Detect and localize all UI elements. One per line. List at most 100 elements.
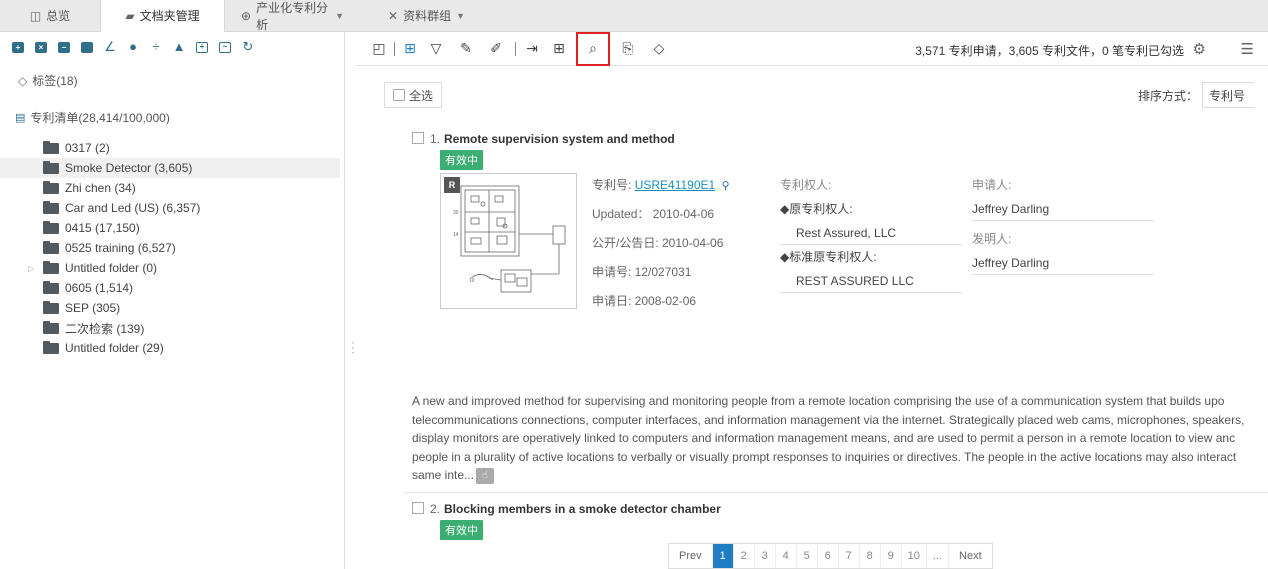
folder-item[interactable]: 0605 (1,514) (0, 278, 340, 298)
tags-item[interactable]: ◇ 标签(18) (18, 72, 78, 89)
chevron-down-icon: ▼ (335, 10, 344, 21)
updated-date: Updated： 2010-04-06 (592, 207, 715, 221)
divide-icon: ÷ (152, 39, 160, 54)
folder-item[interactable]: 二次检索 (139) (0, 318, 340, 338)
folder-item[interactable]: Smoke Detector (3,605) (0, 158, 340, 178)
list-view-icon[interactable]: ☰ (1241, 40, 1254, 58)
checkbox[interactable] (393, 89, 405, 101)
sort-control: 排序方式： 专利号 (1138, 82, 1254, 108)
folder-icon (43, 160, 59, 174)
palette-icon: ● (129, 39, 137, 54)
folder-label: Untitled folder (0) (65, 261, 158, 275)
tab-overview[interactable]: ◫ 总览 (0, 0, 100, 32)
upload-button[interactable]: ▲ (172, 40, 186, 54)
folder-icon (43, 340, 59, 354)
page-button[interactable]: 10 (902, 544, 927, 568)
results-toolbar: ◰ ⊞ ▽ ✎ ✐ ⇥ ⊞ ⌕ ⎘ ◇ 3,571 专利申请，3,605 专利文… (356, 31, 1268, 66)
result-checkbox[interactable] (412, 132, 424, 144)
merge-button[interactable]: ~ (218, 40, 232, 54)
export-doc-icon: ⎘ (622, 40, 634, 56)
abstract-line: same inte... (412, 468, 475, 482)
location-pin-icon[interactable]: ⚲ (722, 180, 730, 192)
split-button[interactable]: ÷ (149, 40, 163, 54)
folder-info-button[interactable]: ◰ (368, 32, 390, 66)
patent-number-link[interactable]: USRE41190E1 (635, 178, 716, 192)
sort-label: 排序方式： (1137, 88, 1198, 103)
document-search-button[interactable]: ⌕ (576, 31, 610, 66)
add-button[interactable]: ⊞ (544, 32, 574, 66)
folder-item[interactable]: Car and Led (US) (6,357) (0, 198, 340, 218)
sort-select[interactable]: 专利号 (1202, 82, 1254, 108)
folder-item[interactable]: 0317 (2) (0, 138, 340, 158)
document-icon: ▤ (15, 112, 26, 124)
edit-button[interactable]: ∠ (103, 40, 117, 54)
patent-number-row: 专利号: USRE41190E1 ⚲ (592, 173, 730, 202)
copy-button[interactable]: + (195, 40, 209, 54)
folder-icon (43, 240, 59, 254)
filter-button[interactable]: ▽ (421, 32, 451, 66)
patent-drawing-thumbnail[interactable]: R 30 14 10 (440, 173, 577, 309)
folder-button[interactable] (80, 40, 94, 54)
top-tab-bar: ◫ 总览 ▰ 文档夹管理 ⊕ 产业化专利分析 ▼ ✕ 资料群组 ▼ (0, 0, 1268, 32)
move-to-button[interactable]: ⇥ (520, 32, 544, 66)
tag-button[interactable]: ◇ (646, 32, 672, 66)
chevron-right-icon[interactable]: ▷ (28, 264, 34, 273)
refresh-icon: ↻ (242, 39, 254, 54)
refresh-button[interactable]: ↻ (241, 40, 255, 54)
expand-abstract-button[interactable]: ☝ (476, 467, 495, 484)
tree-view-button[interactable]: ⊞ (399, 32, 421, 66)
patent-list-item[interactable]: ▤ 专利清单(28,414/100,000) (15, 109, 170, 126)
page-button[interactable]: 2 (734, 544, 755, 568)
application-number: 申请号: 12/027031 (592, 265, 692, 279)
result-title[interactable]: Blocking members in a smoke detector cha… (444, 502, 721, 516)
filter-icon: ▽ (430, 40, 442, 56)
folder-item[interactable]: ▷ Untitled folder (0) (0, 258, 340, 278)
next-page-button[interactable]: Next (949, 544, 992, 568)
folder-item[interactable]: Untitled folder (29) (0, 338, 340, 358)
page-button[interactable]: 8 (860, 544, 881, 568)
page-button[interactable]: 1 (712, 544, 734, 568)
result-title[interactable]: Remote supervision system and method (444, 132, 675, 146)
gear-icon[interactable]: ⚙ (1193, 40, 1206, 58)
page-button[interactable]: 9 (881, 544, 902, 568)
tab-data-group[interactable]: ✕ 资料群组 ▼ (372, 0, 481, 32)
page-button[interactable]: 7 (839, 544, 860, 568)
pencil-icon: ∠ (104, 39, 116, 54)
application-date: 申请日: 2008-02-06 (592, 294, 697, 308)
delete-folder-button[interactable]: × (34, 40, 48, 54)
original-assignee: Rest Assured, LLC (780, 221, 962, 245)
highlight-button[interactable]: ✐ (481, 32, 511, 66)
select-all-checkbox[interactable]: 全选 (384, 82, 443, 108)
add-folder-button[interactable]: + (11, 40, 25, 54)
abstract-line: display monitors are operatively linked … (412, 431, 1236, 445)
folder-item[interactable]: SEP (305) (0, 298, 340, 318)
left-panel: + × − ∠ ● ÷ ▲ + ~ ↻ ◇ 标签(18) ▤ 专利清单(28,4… (0, 32, 345, 569)
remove-folder-button[interactable]: − (57, 40, 71, 54)
edit-note-button[interactable]: ✎ (451, 32, 481, 66)
page-button[interactable]: 3 (755, 544, 776, 568)
folder-item[interactable]: 0525 training (6,527) (0, 238, 340, 258)
remove-folder-icon: − (58, 41, 70, 53)
page-button[interactable]: 6 (818, 544, 839, 568)
export-button[interactable]: ⎘ (610, 32, 646, 66)
folder-item[interactable]: Zhi chen (34) (0, 178, 340, 198)
prev-page-button[interactable]: Prev (669, 544, 713, 568)
tab-patent-analysis[interactable]: ⊕ 产业化专利分析 ▼ (225, 0, 360, 32)
assignee-label: 专利权人: (780, 178, 832, 192)
tab-folder-management[interactable]: ▰ 文档夹管理 (100, 0, 225, 32)
page-button[interactable]: 4 (776, 544, 797, 568)
folder-label: 二次检索 (139) (65, 321, 145, 336)
folder-label: 0525 training (6,527) (65, 241, 176, 255)
original-assignee-label: ◆原专利权人: (780, 202, 853, 216)
color-button[interactable]: ● (126, 40, 140, 54)
folder-item[interactable]: 0415 (17,150) (0, 218, 340, 238)
plus-box-icon: ⊞ (553, 40, 565, 56)
result-number: 2. (430, 502, 441, 516)
panel-splitter-handle[interactable]: · · · (351, 336, 355, 358)
tag-icon: ◇ (653, 40, 665, 56)
abstract-line: telecommunications connections, computer… (412, 412, 1245, 427)
result-header: 1. Remote supervision system and method (412, 132, 1268, 146)
result-checkbox[interactable] (412, 502, 424, 514)
result-number: 1. (430, 132, 441, 146)
page-button[interactable]: 5 (797, 544, 818, 568)
